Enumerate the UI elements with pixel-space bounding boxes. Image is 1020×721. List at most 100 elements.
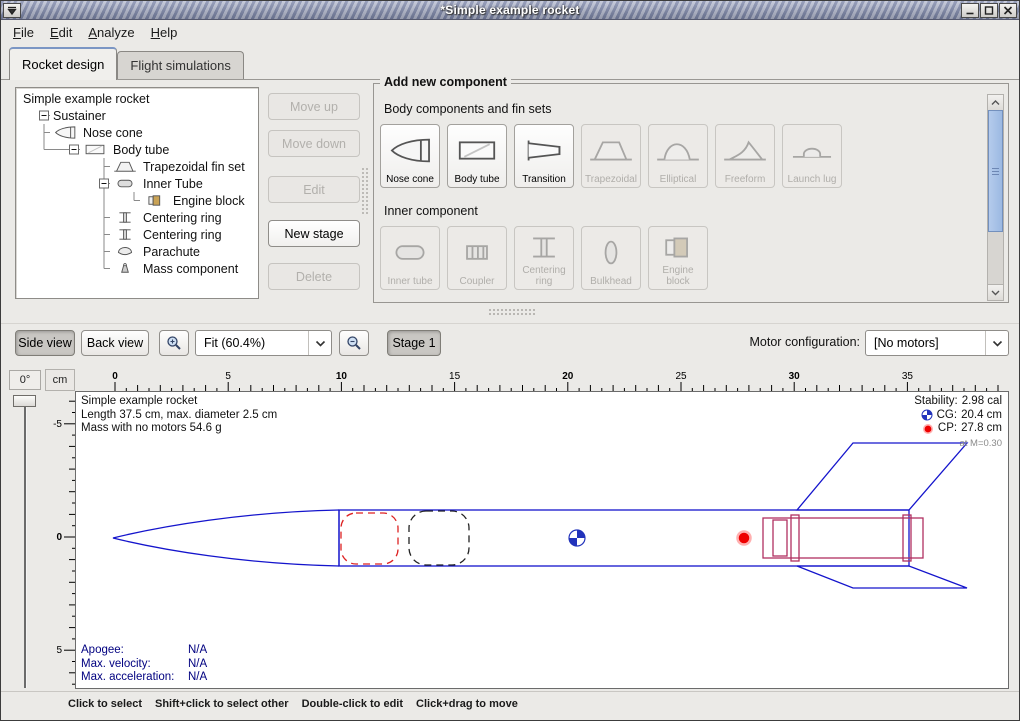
add-transition-button[interactable]: Transition (514, 124, 574, 188)
engine-block-icon (656, 229, 700, 265)
chevron-down-icon (991, 290, 1000, 296)
horizontal-splitter-grip[interactable] (488, 308, 536, 317)
cp-legend-icon (922, 423, 934, 435)
menu-edit[interactable]: Edit (42, 22, 80, 43)
add-freeform-button[interactable]: Freeform (715, 124, 775, 188)
tree-item-body-tube[interactable]: Body tube (20, 141, 258, 158)
parachute-icon (110, 244, 140, 259)
menu-help[interactable]: Help (143, 22, 186, 43)
close-icon (1002, 5, 1014, 16)
zoom-in-button[interactable] (159, 330, 189, 356)
zoom-out-button[interactable] (339, 330, 369, 356)
body-components-label: Body components and fin sets (384, 102, 551, 116)
parachute-outline (341, 513, 398, 564)
add-centering-ring-button[interactable]: Centering ring (514, 226, 574, 290)
chevron-down-icon (308, 331, 331, 355)
add-elliptical-button[interactable]: Elliptical (648, 124, 708, 188)
chevron-up-icon (991, 100, 1000, 106)
tree-item-simple-example-rocket[interactable]: Simple example rocket (20, 90, 258, 107)
add-nose-cone-button[interactable]: Nose cone (380, 124, 440, 188)
action-button-column: Move up Move down Edit New stage Delete (268, 87, 360, 299)
delete-button[interactable]: Delete (268, 263, 360, 290)
add-bulkhead-button[interactable]: Bulkhead (581, 226, 641, 290)
close-button[interactable] (999, 3, 1017, 18)
zoom-level-combo[interactable]: Fit (60.4%) (195, 330, 332, 356)
add-engine-block-button[interactable]: Engine block (648, 226, 708, 290)
status-hint: Shift+click to select other (155, 698, 289, 719)
add-body-tube-button[interactable]: Body tube (447, 124, 507, 188)
component-tree[interactable]: Simple example rocketSustainerNose coneB… (15, 87, 259, 299)
tree-item-trapezoidal-fin-set[interactable]: Trapezoidal fin set (20, 158, 258, 175)
chevron-down-icon (985, 331, 1008, 355)
tab-flight-simulations[interactable]: Flight simulations (117, 51, 243, 79)
zoom-in-icon (166, 335, 182, 351)
vertical-ruler: -505 (45, 391, 75, 689)
body-components-row: Nose coneBody tubeTransitionTrapezoidalE… (380, 124, 842, 188)
add-launch-lug-button[interactable]: Launch lug (782, 124, 842, 188)
add-coupler-button[interactable]: Coupler (447, 226, 507, 290)
tree-item-centering-ring[interactable]: Centering ring (20, 226, 258, 243)
svg-text:15: 15 (449, 371, 461, 382)
move-up-button[interactable]: Move up (268, 93, 360, 120)
mass-component-outline (409, 511, 469, 565)
add-inner-tube-button[interactable]: Inner tube (380, 226, 440, 290)
rocket-dimensions: Length 37.5 cm, max. diameter 2.5 cm (81, 409, 277, 423)
minimize-button[interactable] (961, 3, 979, 18)
rocket-drawing (76, 392, 1008, 688)
svg-text:25: 25 (675, 371, 687, 382)
bulkhead-icon (589, 229, 633, 276)
menu-file[interactable]: File (5, 22, 42, 43)
tree-item-inner-tube[interactable]: Inner Tube (20, 175, 258, 192)
cp-marker (738, 532, 751, 545)
tree-item-sustainer[interactable]: Sustainer (20, 107, 258, 124)
centering-ring-outline (791, 515, 799, 561)
scroll-up-button[interactable] (988, 95, 1003, 111)
svg-text:0: 0 (112, 371, 118, 382)
minimize-icon (964, 5, 976, 16)
side-view-button[interactable]: Side view (15, 330, 75, 356)
inner-tube-icon (388, 229, 432, 276)
rotation-slider-handle[interactable] (13, 395, 36, 407)
svg-text:0: 0 (56, 532, 62, 543)
back-view-button[interactable]: Back view (81, 330, 149, 356)
cg-legend-icon (921, 409, 933, 421)
stability-value: 2.98 cal (962, 395, 1002, 409)
zoom-level-value: Fit (60.4%) (196, 336, 308, 350)
edit-button[interactable]: Edit (268, 176, 360, 203)
vertical-splitter-grip[interactable] (361, 167, 370, 215)
centering-ring-icon (110, 210, 140, 225)
stage-1-toggle[interactable]: Stage 1 (387, 330, 441, 356)
scrollbar-thumb[interactable] (988, 110, 1003, 232)
status-hint: Double-click to edit (302, 698, 403, 719)
tab-rocket-design[interactable]: Rocket design (9, 47, 117, 80)
motor-configuration-combo[interactable]: [No motors] (865, 330, 1009, 356)
openrocket-window: *Simple example rocket FileEditAnalyzeHe… (0, 0, 1020, 721)
view-toolbar: Side view Back view Fit (60.4%) Stage 1 … (1, 323, 1019, 366)
mach-note: at M=0.30 (914, 437, 1002, 451)
scroll-down-button[interactable] (988, 284, 1003, 300)
rotation-slider-track[interactable] (24, 401, 27, 688)
maximize-button[interactable] (980, 3, 998, 18)
flight-stat-apogee-: Apogee:N/A (81, 644, 207, 658)
tree-item-centering-ring[interactable]: Centering ring (20, 209, 258, 226)
inner-component-label: Inner component (384, 204, 478, 218)
coupler-icon (455, 229, 499, 276)
tree-item-engine-block[interactable]: Engine block (20, 192, 258, 209)
rocket-canvas[interactable]: Simple example rocket Length 37.5 cm, ma… (75, 391, 1009, 689)
tree-item-parachute[interactable]: Parachute (20, 243, 258, 260)
rocket-figure-region: 0° cm 05101520253035 -505 (1, 365, 1019, 691)
svg-text:5: 5 (56, 645, 62, 656)
add-trapezoidal-button[interactable]: Trapezoidal (581, 124, 641, 188)
component-scrollbar[interactable] (987, 94, 1004, 301)
window-menu-button[interactable] (3, 3, 21, 18)
move-down-button[interactable]: Move down (268, 130, 360, 157)
flight-stat-max-velocity-: Max. velocity:N/A (81, 658, 207, 672)
tree-item-nose-cone[interactable]: Nose cone (20, 124, 258, 141)
window-title: *Simple example rocket (1, 3, 1019, 17)
svg-text:10: 10 (336, 371, 348, 382)
menu-analyze[interactable]: Analyze (80, 22, 142, 43)
flight-stats-block: Apogee:N/AMax. velocity:N/AMax. accelera… (81, 644, 207, 685)
tree-item-mass-component[interactable]: Mass component (20, 260, 258, 277)
new-stage-button[interactable]: New stage (268, 220, 360, 247)
body-tube-icon (455, 127, 499, 174)
